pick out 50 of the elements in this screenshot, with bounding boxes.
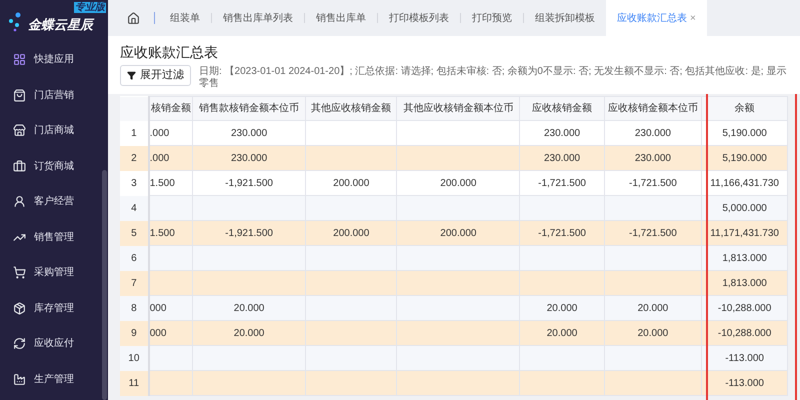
factory-icon — [13, 372, 26, 386]
table-row[interactable]: 10 -113.000 — [120, 346, 788, 370]
column-header: 销售款核销金额本位币 — [192, 96, 306, 120]
tab[interactable]: 打印模板列表 — [378, 0, 460, 36]
logo-text: 金蝶云星辰 — [28, 17, 93, 32]
sidebar-item[interactable]: 应收应付 — [0, 326, 108, 362]
box-icon — [13, 302, 26, 315]
sidebar-item[interactable]: 客户经营 — [0, 184, 108, 220]
store-icon — [13, 124, 26, 138]
sidebar-item[interactable]: 快捷应用 — [0, 42, 108, 78]
sidebar-item[interactable]: 门店商城 — [0, 113, 108, 148]
sidebar-item[interactable]: 门店营销 — [0, 78, 108, 113]
table-row[interactable]: 11 -113.000 — [120, 370, 788, 396]
refresh-icon — [13, 337, 26, 350]
sidebar-item[interactable]: 销售管理 — [0, 220, 108, 255]
tab[interactable]: 应收账款汇总表 × — [606, 0, 707, 36]
filter-icon — [127, 71, 136, 80]
app-grid-icon — [13, 53, 26, 66]
briefcase-icon — [13, 160, 26, 173]
sidebar-item[interactable]: 订货商城 — [0, 148, 108, 184]
sidebar-item[interactable]: 采购管理 — [0, 255, 108, 290]
tab[interactable]: 组装拆卸模板 — [524, 0, 606, 36]
sidebar-item[interactable]: 库存管理 — [0, 290, 108, 326]
page-title: 应收账款汇总表 — [120, 43, 219, 62]
scrollbar[interactable] — [102, 170, 107, 400]
table-row[interactable]: 1 .000 230.000 230.000 230.000 5,190.000 — [120, 120, 788, 146]
cart-icon — [13, 266, 26, 280]
column-header: 其他应收核销金额本位币 — [396, 96, 520, 120]
tab[interactable]: 销售出库单 — [305, 0, 377, 36]
table-row[interactable]: 7 1,813.000 — [120, 270, 788, 296]
filter-button[interactable]: 展开过滤 — [120, 65, 191, 86]
home-icon[interactable] — [127, 12, 140, 24]
table-cell — [148, 370, 193, 396]
table-row[interactable]: 2 .000 230.000 230.000 230.000 5,190.000 — [120, 146, 788, 170]
table-row[interactable]: 9 000 20.000 20.000 20.000 -10,288.000 — [120, 320, 788, 346]
table-cell: -113.000 — [702, 370, 788, 396]
table-row[interactable]: 8 000 20.000 20.000 20.000 -10,288.000 — [120, 296, 788, 320]
bag-icon — [13, 88, 26, 102]
user-icon — [13, 195, 26, 208]
filter-summary: 日期: 【2023-01-01 2024-01-20】; 汇总依据: 请选择; 包括未审核: 否; 余额为0不显示: 否; 无发生额不显示: 否; 包括其他应收: 是; 显示零售 — [199, 65, 788, 90]
tab[interactable]: 销售出库单列表 — [212, 0, 304, 36]
table-row[interactable]: 3 1.500 -1,921.500 200.000 200.000 -1,721.500 -1,721.500 11,166,431.730 — [120, 170, 788, 196]
sidebar-item[interactable]: 生产管理 — [0, 362, 108, 397]
tab[interactable]: 组装单 — [159, 0, 211, 36]
table-row[interactable]: 5 1.500 -1,921.500 200.000 200.000 -1,721.500 -1,721.500 11,171,431.730 — [120, 220, 788, 246]
table-row[interactable]: 4 5,000.000 — [120, 196, 788, 220]
row-number: 11 — [120, 370, 149, 396]
tab[interactable]: 打印预览 — [461, 0, 523, 36]
edition-badge: 专业版 — [74, 2, 106, 13]
table-row[interactable]: 6 1,813.000 — [120, 246, 788, 270]
